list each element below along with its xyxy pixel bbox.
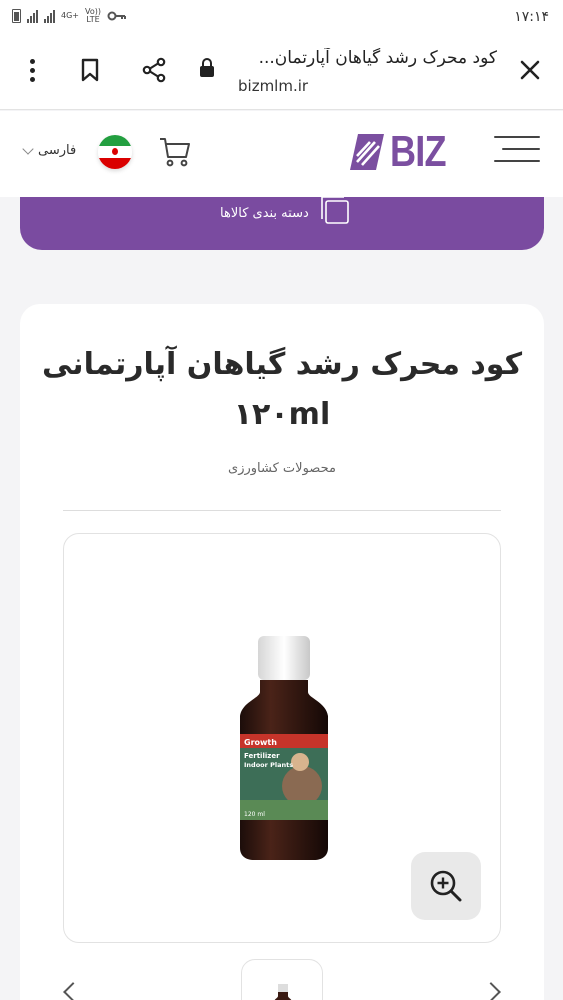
product-image-box[interactable]: Growth Fertilizer Indoor Plants 120 ml bbox=[63, 533, 501, 943]
lock-icon bbox=[200, 58, 214, 77]
logo-mark-icon bbox=[350, 134, 384, 170]
svg-text:120 ml: 120 ml bbox=[244, 811, 265, 818]
category-label: دسته بندی کالاها bbox=[220, 205, 309, 221]
browser-toolbar: کود محرک رشد گیاهان آپارتمان... bizmlm.i… bbox=[0, 34, 563, 110]
svg-text:Indoor Plants: Indoor Plants bbox=[244, 761, 293, 769]
product-image[interactable]: Growth Fertilizer Indoor Plants 120 ml bbox=[234, 636, 334, 862]
site-header: فارسی BIZ bbox=[0, 111, 563, 197]
status-bar: 4G+ Vo)) LTE ۱۷:۱۴ bbox=[0, 0, 563, 34]
svg-text:Fertilizer: Fertilizer bbox=[244, 752, 280, 760]
logo-text: BIZ bbox=[390, 127, 446, 176]
bookmark-icon[interactable] bbox=[72, 52, 108, 88]
signal-icon bbox=[27, 9, 38, 23]
iran-flag-icon[interactable] bbox=[98, 135, 132, 169]
language-label: فارسی bbox=[38, 143, 77, 158]
gallery-thumbnail[interactable] bbox=[241, 959, 323, 1000]
chevron-down-icon bbox=[22, 142, 34, 155]
svg-text:Growth: Growth bbox=[244, 738, 277, 747]
language-selector[interactable]: فارسی bbox=[22, 142, 77, 158]
product-category[interactable]: محصولات کشاورزی bbox=[20, 461, 544, 476]
close-icon[interactable] bbox=[512, 52, 548, 88]
menu-dots-icon[interactable] bbox=[14, 52, 50, 88]
site-logo[interactable]: BIZ bbox=[348, 127, 458, 176]
share-icon[interactable] bbox=[136, 52, 172, 88]
category-bar[interactable]: دسته بندی کالاها bbox=[20, 197, 544, 250]
divider bbox=[63, 510, 501, 511]
network-type: 4G+ bbox=[61, 11, 79, 20]
cart-icon[interactable] bbox=[158, 135, 192, 169]
zoom-in-icon bbox=[430, 870, 462, 902]
clock: ۱۷:۱۴ bbox=[514, 9, 549, 25]
page-title[interactable]: کود محرک رشد گیاهان آپارتمان... bbox=[227, 48, 497, 68]
product-card: کود محرک رشد گیاهان آپارتمانی ۱۲۰ml محصو… bbox=[20, 304, 544, 1000]
volte-indicator: Vo)) LTE bbox=[85, 7, 101, 24]
battery-icon bbox=[12, 9, 21, 23]
product-title: کود محرک رشد گیاهان آپارتمانی ۱۲۰ml bbox=[41, 347, 523, 432]
hamburger-icon[interactable] bbox=[494, 134, 540, 166]
page-url[interactable]: bizmlm.ir bbox=[238, 77, 308, 95]
status-icons: 4G+ Vo)) LTE bbox=[12, 8, 127, 24]
zoom-button[interactable] bbox=[411, 852, 481, 920]
signal-icon bbox=[44, 9, 55, 23]
vpn-key-icon bbox=[107, 11, 126, 21]
categories-icon bbox=[320, 197, 349, 224]
